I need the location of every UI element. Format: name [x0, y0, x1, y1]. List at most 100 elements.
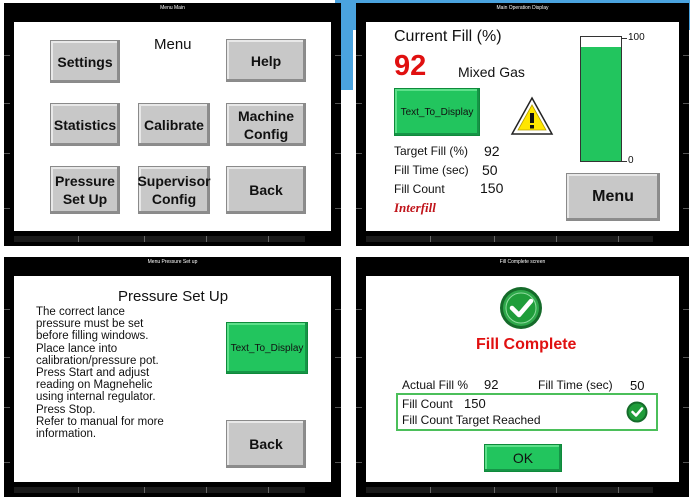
- settings-button[interactable]: Settings: [50, 40, 120, 83]
- bezel-tick: [683, 357, 689, 358]
- bezel-tick: [335, 309, 341, 310]
- calibrate-button[interactable]: Calibrate: [138, 103, 210, 146]
- fill-count-value: 150: [480, 180, 504, 196]
- supervisor-config-button[interactable]: Supervisor Config: [137, 166, 211, 214]
- bezel-tick: [335, 462, 341, 463]
- bezel-tick: [356, 153, 362, 154]
- menu-main-panel: Menu Main Menu Settings Help Statistics …: [4, 3, 341, 246]
- bar-min-label: 0: [628, 155, 634, 166]
- bezel-tick: [683, 208, 689, 209]
- target-fill-value: 92: [484, 143, 500, 159]
- fill-complete-screen: Fill Complete Actual Fill % 92 Fill Time…: [366, 276, 679, 482]
- bezel-tick: [683, 407, 689, 408]
- target-reached-text: Fill Count Target Reached: [402, 413, 541, 427]
- ok-button[interactable]: OK: [484, 444, 562, 472]
- bezel-tick: [4, 55, 10, 56]
- back-button[interactable]: Back: [226, 166, 306, 214]
- warning-icon: [510, 96, 554, 136]
- bezel-tick: [4, 153, 10, 154]
- fill-time-label: Fill Time (sec): [538, 378, 613, 392]
- instruction-line: before filling windows.: [36, 330, 149, 343]
- fill-count-box: Fill Count 150 Fill Count Target Reached: [396, 393, 658, 431]
- bezel-tick: [4, 357, 10, 358]
- fill-complete-panel: Fill Complete screen Fill Complete Actua…: [356, 257, 689, 497]
- fill-level-bar-fill: [581, 46, 621, 161]
- menu-main-screen: Menu Settings Help Statistics Calibrate …: [14, 22, 331, 231]
- status-display-button[interactable]: Text_To_Display: [394, 88, 480, 136]
- pressure-setup-panel: Menu Pressure Set up Pressure Set Up The…: [4, 257, 341, 497]
- instruction-line: information.: [36, 428, 97, 441]
- fill-time-label: Fill Time (sec): [394, 163, 469, 177]
- actual-fill-value: 92: [484, 377, 499, 392]
- pressure-setup-heading: Pressure Set Up: [118, 288, 229, 305]
- bezel-tick: [683, 103, 689, 104]
- target-fill-label: Target Fill (%): [394, 144, 469, 158]
- instruction-line: Place lance into: [36, 342, 118, 355]
- statistics-button[interactable]: Statistics: [50, 103, 120, 146]
- panel-title: Menu Main: [160, 5, 185, 11]
- fill-time-value: 50: [630, 378, 645, 393]
- machine-config-button[interactable]: Machine Config: [226, 103, 306, 146]
- instruction-line: Press Stop.: [36, 403, 96, 416]
- fill-time-value: 50: [482, 162, 498, 178]
- instruction-line: calibration/pressure pot.: [36, 354, 159, 367]
- bezel-tick: [335, 357, 341, 358]
- pressure-setup-screen: Pressure Set Up The correct lance pressu…: [14, 276, 331, 482]
- back-button[interactable]: Back: [226, 420, 306, 468]
- fill-level-bar: [580, 36, 622, 162]
- bezel-tick: [356, 103, 362, 104]
- instruction-line: Press Start and adjust: [36, 367, 150, 380]
- status-strip: [366, 487, 679, 493]
- pressure-setup-button[interactable]: Pressure Set Up: [50, 166, 120, 214]
- main-operation-screen: Current Fill (%) 92 Mixed Gas Text_To_Di…: [366, 22, 679, 231]
- instruction-line: reading on Magnehelic: [36, 379, 153, 392]
- fill-count-value: 150: [464, 396, 486, 411]
- panel-title: Menu Pressure Set up: [147, 259, 198, 265]
- status-strip: [366, 236, 679, 242]
- bezel-tick: [683, 309, 689, 310]
- fill-count-label: Fill Count: [394, 182, 445, 196]
- actual-fill-label: Actual Fill %: [402, 378, 469, 392]
- gas-type: Mixed Gas: [458, 64, 525, 80]
- bezel-tick: [356, 208, 362, 209]
- bezel-tick: [335, 208, 341, 209]
- instructions-text: The correct lance pressure must be set b…: [36, 306, 164, 440]
- bezel-tick: [683, 462, 689, 463]
- check-icon-small: [626, 401, 648, 423]
- bezel-tick: [683, 153, 689, 154]
- bezel-tick: [683, 55, 689, 56]
- instruction-line: The correct lance: [36, 306, 125, 318]
- bar-max-label: 100: [628, 32, 645, 43]
- instruction-line: using internal regulator.: [36, 391, 156, 404]
- bezel-tick: [4, 407, 10, 408]
- bezel-tick: [356, 309, 362, 310]
- panel-title: Fill Complete screen: [499, 259, 546, 265]
- bezel-tick: [4, 208, 10, 209]
- current-fill-value: 92: [394, 50, 427, 82]
- bar-tick-top: [622, 38, 627, 39]
- main-operation-panel: Main Operation Display Current Fill (%) …: [356, 3, 689, 246]
- bezel-tick: [335, 407, 341, 408]
- interfill-logo: Interfill: [394, 200, 436, 215]
- current-fill-label: Current Fill (%): [394, 28, 502, 45]
- bezel-tick: [335, 103, 341, 104]
- bezel-tick: [356, 407, 362, 408]
- status-display-button[interactable]: Text_To_Display: [226, 322, 308, 374]
- help-button[interactable]: Help: [226, 39, 306, 82]
- fill-count-label: Fill Count: [402, 397, 453, 411]
- bezel-tick: [356, 462, 362, 463]
- instruction-line: pressure must be set: [36, 318, 144, 331]
- menu-button[interactable]: Menu: [566, 173, 660, 221]
- status-strip: [14, 487, 331, 493]
- status-strip: [14, 236, 331, 242]
- bezel-tick: [356, 55, 362, 56]
- bezel-tick: [356, 357, 362, 358]
- menu-heading: Menu: [154, 36, 192, 53]
- bezel-tick: [4, 309, 10, 310]
- bar-tick-bottom: [622, 161, 627, 162]
- instruction-line: Refer to manual for more: [36, 415, 164, 428]
- check-icon-large: [499, 286, 543, 330]
- panel-title: Main Operation Display: [496, 5, 549, 11]
- bezel-tick: [4, 103, 10, 104]
- bezel-tick: [335, 55, 341, 56]
